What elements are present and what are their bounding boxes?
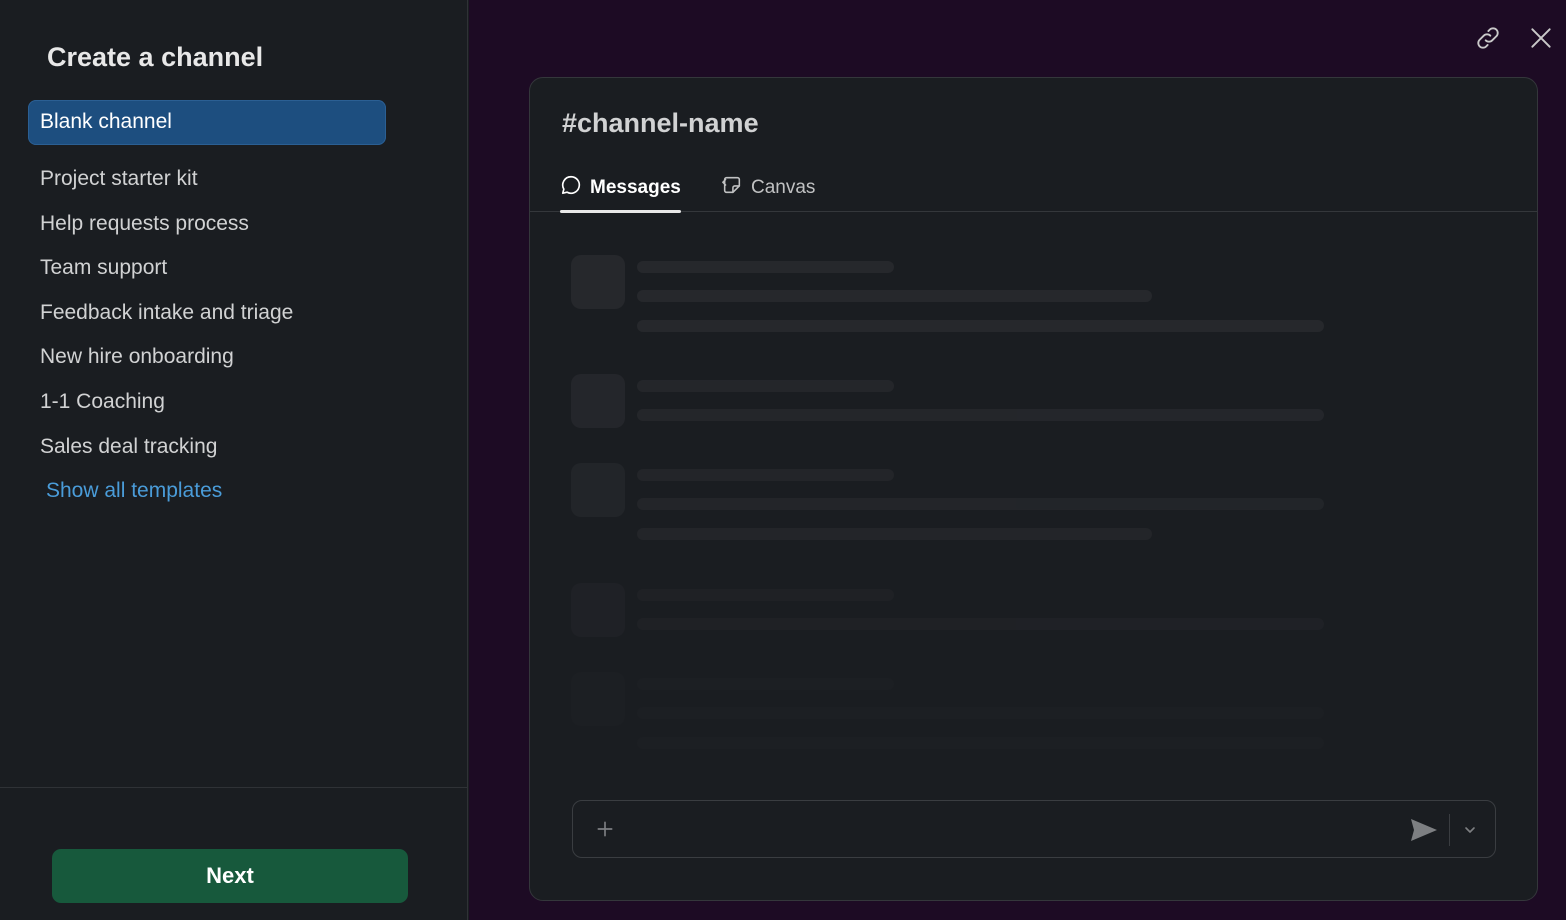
channel-name: channel-name [577,108,759,138]
skeleton-avatar [571,463,625,517]
tab-label: Messages [590,177,681,198]
skeleton-avatar [571,255,625,309]
skeleton-line [637,290,1152,302]
skeleton-avatar [571,374,625,428]
preview-area: #channel-name Messages Canvas [469,0,1566,920]
skeleton-line [637,678,894,690]
channel-preview: #channel-name Messages Canvas [529,77,1538,901]
dialog-title: Create a channel [47,42,264,72]
message-bubble-icon [560,174,582,202]
tab-label: Canvas [751,177,816,198]
template-feedback-intake[interactable]: Feedback intake and triage [28,291,386,336]
skeleton-line [637,528,1152,540]
canvas-icon [721,174,743,202]
skeleton-line [637,469,894,481]
chevron-down-icon[interactable] [1457,817,1483,843]
template-sales-deal-tracking[interactable]: Sales deal tracking [28,425,386,470]
skeleton-line [637,737,1324,749]
skeleton-line [637,261,894,273]
sidebar-footer: Next [0,787,467,920]
next-button[interactable]: Next [52,849,408,903]
channel-name-title: #channel-name [562,108,759,139]
template-help-requests-process[interactable]: Help requests process [28,202,386,247]
skeleton-line [637,380,894,392]
close-icon[interactable] [1525,22,1557,54]
tab-canvas[interactable]: Canvas [721,164,815,212]
skeleton-line [637,498,1324,510]
tab-messages[interactable]: Messages [560,164,681,213]
skeleton-avatar [571,583,625,637]
skeleton-line [637,707,1324,719]
template-list: Blank channel Project starter kit Help r… [28,100,386,514]
template-sidebar: Create a channel Blank channel Project s… [0,0,468,920]
plus-icon[interactable] [591,815,619,843]
template-new-hire-onboarding[interactable]: New hire onboarding [28,335,386,380]
hash-symbol: # [562,108,578,138]
show-all-templates-link[interactable]: Show all templates [28,469,386,514]
composer-divider [1449,814,1450,846]
channel-tabs: Messages Canvas [530,164,1537,213]
template-blank-channel[interactable]: Blank channel [28,100,386,145]
template-team-support[interactable]: Team support [28,246,386,291]
skeleton-line [637,618,1324,630]
skeleton-line [637,589,894,601]
link-icon[interactable] [1472,22,1504,54]
skeleton-line [637,320,1324,332]
send-icon[interactable] [1407,815,1441,845]
skeleton-avatar [571,672,625,726]
template-1-1-coaching[interactable]: 1-1 Coaching [28,380,386,425]
template-project-starter-kit[interactable]: Project starter kit [28,157,386,202]
skeleton-line [637,409,1324,421]
create-channel-dialog: Create a channel Blank channel Project s… [0,0,1566,920]
message-composer[interactable] [572,800,1496,858]
